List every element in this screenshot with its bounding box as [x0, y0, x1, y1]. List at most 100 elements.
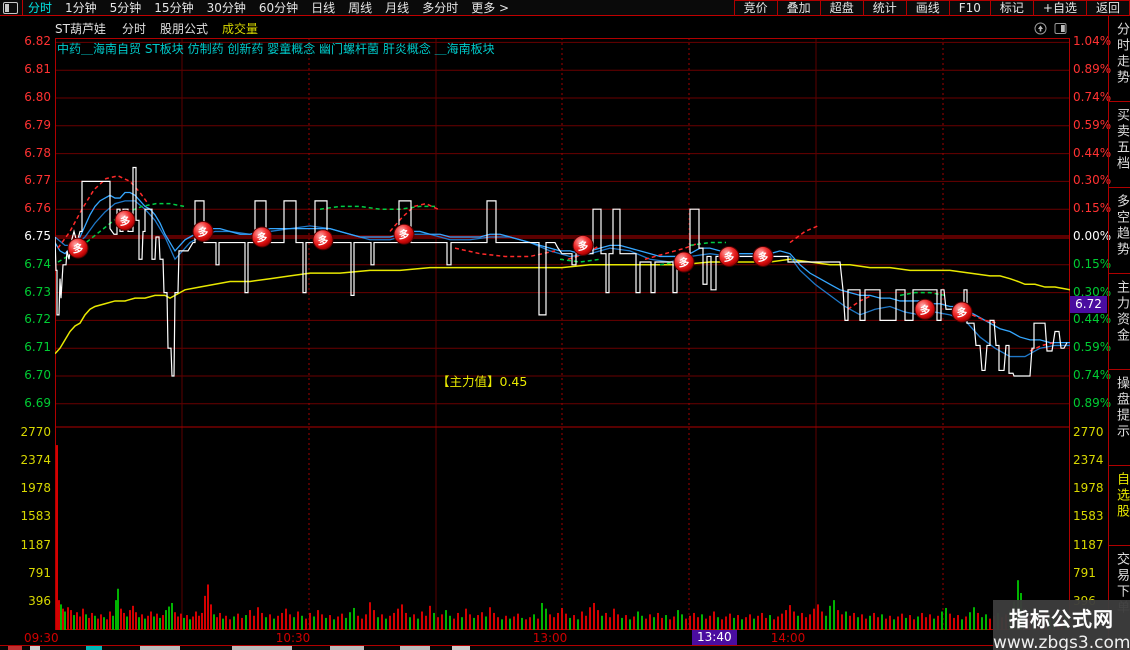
- volume-bar: [801, 612, 803, 630]
- sidebar-tab[interactable]: 操盘提示: [1109, 370, 1130, 466]
- volume-bar: [657, 612, 659, 630]
- volume-bar: [673, 616, 675, 630]
- timeframe-item[interactable]: 更多 >: [471, 0, 509, 16]
- volume-bar: [289, 614, 291, 630]
- sidebar-tab[interactable]: 买卖五档: [1109, 102, 1130, 188]
- volume-bar: [577, 619, 579, 630]
- volume-bar: [849, 615, 851, 630]
- volume-bar: [537, 618, 539, 630]
- volume-bar: [313, 616, 315, 630]
- volume-bar: [569, 617, 571, 630]
- volume-axis-label: 791: [28, 565, 51, 580]
- timeframe-item[interactable]: 15分钟: [154, 0, 193, 16]
- volume-bar: [465, 608, 467, 630]
- timeframe-item[interactable]: 月线: [385, 0, 409, 16]
- volume-bar: [737, 615, 739, 630]
- volume-bar: [545, 608, 547, 630]
- sector-tags[interactable]: 中药＿海南自贸 ST板块 仿制药 创新药 婴童概念 幽门螺杆菌 肝炎概念 ＿海南…: [57, 40, 495, 57]
- toolbar-button[interactable]: 标记: [989, 0, 1033, 16]
- sidebar-tab[interactable]: 自选股: [1109, 466, 1130, 546]
- volume-bar: [677, 610, 679, 630]
- toolbar-button[interactable]: F10: [948, 0, 990, 16]
- volume-bar: [949, 613, 951, 630]
- volume-bar: [141, 614, 143, 630]
- right-sidebar: 分时走势 买卖五档 多空趋势 主力资金 操盘提示 自选股 交易下单: [1108, 16, 1130, 650]
- volume-bar: [277, 615, 279, 630]
- time-label: 10:30: [275, 631, 311, 645]
- volume-bar: [413, 614, 415, 630]
- volume-bar: [453, 618, 455, 630]
- percent-axis-label: 0.44%: [1073, 145, 1112, 160]
- volume-bar: [405, 612, 407, 630]
- volume-bar: [573, 615, 575, 630]
- timeframe-item[interactable]: 60分钟: [259, 0, 298, 16]
- volume-bar: [897, 616, 899, 630]
- timeframe-item[interactable]: 日线: [311, 0, 335, 16]
- volume-bar: [94, 615, 96, 630]
- timeframe-item[interactable]: 分时: [28, 0, 52, 16]
- volume-bar: [261, 612, 263, 630]
- timeframe-item[interactable]: 30分钟: [207, 0, 246, 16]
- view-label[interactable]: 分时: [122, 20, 146, 37]
- sidebar-tab[interactable]: 分时走势: [1109, 16, 1130, 102]
- timeframe-item[interactable]: 多分时: [422, 0, 458, 16]
- volume-bar: [180, 613, 182, 630]
- volume-bar: [222, 618, 224, 630]
- volume-bar: [132, 605, 134, 630]
- toolbar-button[interactable]: 返回: [1085, 0, 1130, 16]
- stock-name[interactable]: ST葫芦娃: [55, 20, 106, 37]
- volume-bar: [281, 612, 283, 630]
- volume-bar: [937, 615, 939, 630]
- volume-indicator-label[interactable]: 成交量: [222, 20, 258, 37]
- timeframe-item[interactable]: 1分钟: [65, 0, 97, 16]
- price-axis-label: 6.73: [24, 284, 51, 299]
- percent-axis-label: 1.04%: [1073, 34, 1112, 49]
- window-panel-icon[interactable]: [3, 1, 18, 14]
- volume-bar: [449, 615, 451, 630]
- time-axis: 09:30 10:30 13:00 14:00 13:40: [0, 630, 1130, 645]
- toolbar-button[interactable]: 叠加: [776, 0, 820, 16]
- bull-marker-glyph: 多: [318, 234, 329, 247]
- volume-bar: [100, 614, 102, 630]
- volume-bar: [441, 614, 443, 630]
- sidebar-tab[interactable]: 主力资金: [1109, 274, 1130, 370]
- price-axis-label: 6.82: [24, 34, 51, 49]
- panel-toggle-icon[interactable]: [1054, 22, 1067, 35]
- volume-bar: [473, 617, 475, 630]
- toolbar-button[interactable]: 超盘: [819, 0, 863, 16]
- volume-bar: [409, 617, 411, 630]
- toolbar-button[interactable]: 画线: [905, 0, 949, 16]
- volume-bar: [321, 614, 323, 630]
- volume-bar: [613, 608, 615, 630]
- volume-bar: [781, 613, 783, 630]
- volume-bar: [837, 610, 839, 630]
- volume-bar: [629, 619, 631, 630]
- formula-label[interactable]: 股朋公式: [160, 20, 208, 37]
- volume-bar: [393, 612, 395, 630]
- app-window: 分时 1分钟 5分钟 15分钟 30分钟 60分钟 日线 周线 月线 多分时 更多 > 竞价 叠加 超盘…: [0, 0, 1130, 650]
- timeframe-item[interactable]: 周线: [348, 0, 372, 16]
- volume-axis-label: 1978: [1073, 481, 1104, 496]
- top-menu-bar: 分时 1分钟 5分钟 15分钟 30分钟 60分钟 日线 周线 月线 多分时 更多 > 竞价 叠加 超盘…: [0, 0, 1130, 16]
- timeframe-item[interactable]: 5分钟: [110, 0, 142, 16]
- volume-bar: [661, 617, 663, 630]
- time-label: 09:30: [24, 631, 59, 645]
- price-axis-label: 6.76: [24, 201, 51, 216]
- toolbar-button[interactable]: 统计: [862, 0, 906, 16]
- volume-bar: [873, 612, 875, 630]
- volume-bar: [62, 608, 64, 630]
- volume-bar: [721, 619, 723, 630]
- volume-bar: [70, 610, 72, 630]
- toolbar-button[interactable]: 竞价: [733, 0, 777, 16]
- volume-bar: [357, 615, 359, 630]
- toolbar-button[interactable]: +自选: [1032, 0, 1086, 16]
- bull-marker-glyph: 多: [920, 303, 931, 316]
- scroll-up-icon[interactable]: [1034, 22, 1047, 35]
- volume-bar: [833, 600, 835, 630]
- volume-bar: [853, 612, 855, 630]
- sidebar-tab[interactable]: 多空趋势: [1109, 188, 1130, 274]
- volume-bar: [845, 611, 847, 630]
- volume-bar: [597, 610, 599, 630]
- volume-bar: [905, 617, 907, 630]
- chart-area[interactable]: 多多多多多多多多多多多多【主力值】0.45: [54, 38, 1071, 630]
